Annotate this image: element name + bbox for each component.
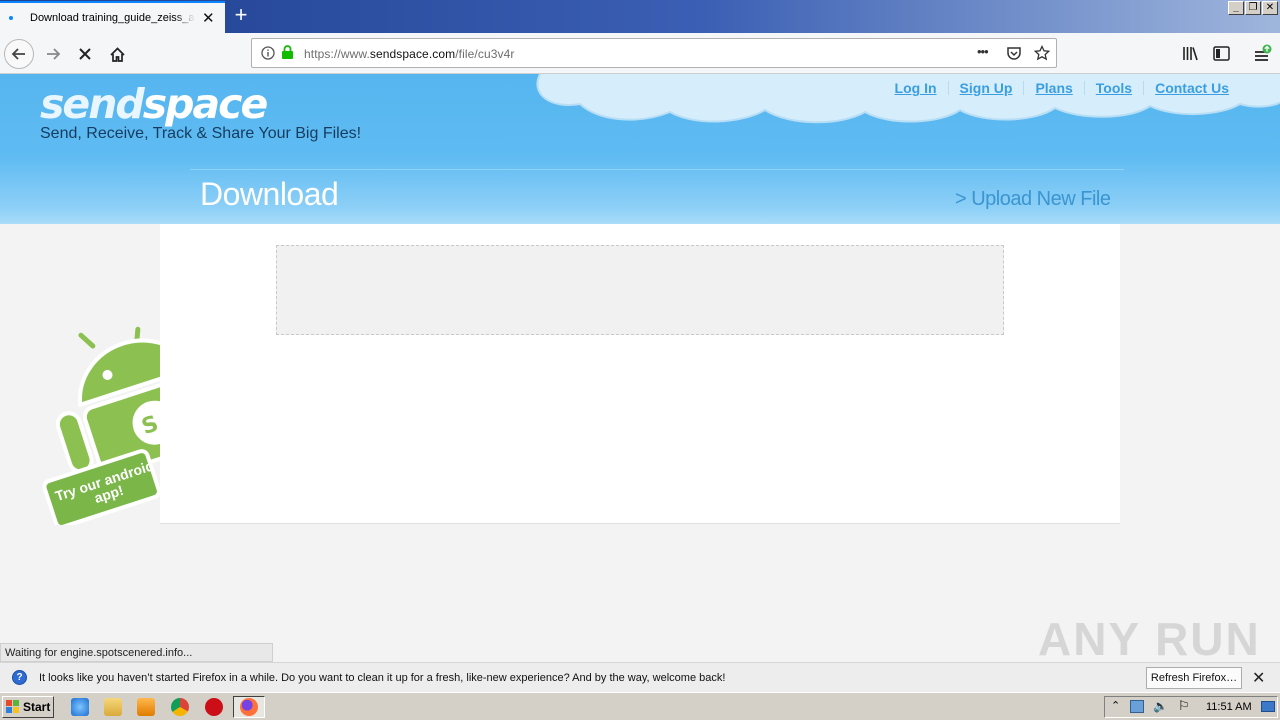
windows-taskbar: Start ⌃ 🔈 ⚐ 11:51 AM [0, 692, 1280, 720]
new-tab-button[interactable]: + [229, 4, 253, 28]
nav-separator [947, 81, 949, 95]
restore-button[interactable]: ❐ [1245, 1, 1261, 15]
header-divider [190, 169, 1124, 170]
tab-title: Download training_guide_zeiss_acc [30, 12, 195, 24]
volume-icon[interactable]: 🔈 [1153, 699, 1168, 713]
login-link[interactable]: Log In [895, 80, 937, 96]
nav-separator [1023, 81, 1025, 95]
page-title: Download [200, 176, 339, 212]
nav-separator [1143, 81, 1145, 95]
address-bar[interactable]: https://www.sendspace.com/file/cu3v4r ••… [251, 38, 1057, 68]
url-host: sendspace.com [369, 47, 456, 61]
show-desktop-icon[interactable] [1261, 701, 1275, 712]
contact-us-link[interactable]: Contact Us [1155, 80, 1229, 96]
ie-icon[interactable] [71, 698, 89, 716]
logo-part-space: space [142, 80, 269, 128]
info-icon[interactable] [261, 46, 275, 60]
firefox-taskbar-button[interactable] [233, 696, 265, 718]
back-arrow-icon [11, 48, 25, 60]
ad-placeholder [276, 245, 1004, 335]
page-actions-button[interactable]: ••• [977, 44, 989, 59]
signup-link[interactable]: Sign Up [960, 80, 1013, 96]
tab-close-button[interactable]: ✕ [202, 11, 215, 26]
firefox-icon [240, 698, 258, 716]
browser-tab[interactable]: Download training_guide_zeiss_acc ✕ [0, 1, 225, 33]
nav-separator [1083, 81, 1085, 95]
forward-button[interactable] [38, 39, 68, 69]
sidebar-icon[interactable] [1213, 46, 1230, 61]
home-button[interactable] [102, 39, 132, 69]
navigation-toolbar: https://www.sendspace.com/file/cu3v4r ••… [0, 33, 1280, 74]
browser-title-bar: Download training_guide_zeiss_acc ✕ + _ … [0, 0, 1280, 33]
notification-close-button[interactable]: ✕ [1252, 668, 1265, 688]
tools-link[interactable]: Tools [1096, 80, 1132, 96]
menu-icon[interactable] [1254, 44, 1274, 62]
url-path: /file/cu3v4r [455, 47, 515, 61]
sendspace-logo[interactable]: sendspace [40, 80, 269, 128]
minimize-button[interactable]: _ [1228, 1, 1244, 15]
pocket-icon[interactable] [1006, 45, 1022, 61]
upload-new-file-link[interactable]: > Upload New File [955, 188, 1111, 211]
url-text[interactable]: https://www.sendspace.com/file/cu3v4r [304, 47, 514, 61]
notification-bar: ? It looks like you haven’t started Fire… [0, 662, 1280, 692]
lock-icon[interactable] [281, 45, 294, 60]
tab-loading-indicator [9, 16, 13, 20]
folder-icon[interactable] [104, 698, 122, 716]
forward-arrow-icon [47, 48, 61, 60]
opera-icon[interactable] [205, 698, 223, 716]
back-button[interactable] [4, 39, 34, 69]
question-icon: ? [12, 670, 27, 685]
site-header: sendspace Send, Receive, Track & Share Y… [0, 74, 1280, 224]
status-bar: Waiting for engine.spotscenered.info... [0, 643, 273, 662]
tray-expand-icon[interactable]: ⌃ [1111, 699, 1120, 712]
refresh-firefox-button[interactable]: Refresh Firefox… [1146, 667, 1242, 689]
home-icon [109, 46, 125, 62]
notification-message: It looks like you haven’t started Firefo… [39, 672, 726, 684]
media-player-icon[interactable] [137, 698, 155, 716]
network-icon[interactable] [1130, 700, 1144, 713]
windows-logo-icon [6, 700, 19, 713]
library-icon[interactable] [1182, 46, 1199, 61]
chrome-icon[interactable] [171, 698, 189, 716]
close-window-button[interactable]: ✕ [1262, 1, 1278, 15]
top-navigation: Log In Sign Up Plans Tools Contact Us [895, 80, 1229, 96]
main-content [160, 224, 1120, 524]
stop-button[interactable] [70, 39, 100, 69]
plans-link[interactable]: Plans [1035, 80, 1072, 96]
system-tray: ⌃ 🔈 ⚐ [1104, 696, 1278, 718]
url-prefix: https://www. [304, 47, 370, 61]
logo-part-send: send [40, 80, 145, 128]
anyrun-watermark: ANY RUN [1038, 613, 1261, 665]
start-button[interactable]: Start [2, 696, 54, 718]
taskbar-clock: 11:51 AM [1206, 701, 1252, 713]
flag-icon[interactable]: ⚐ [1178, 698, 1190, 714]
start-label: Start [23, 700, 51, 714]
site-tagline: Send, Receive, Track & Share Your Big Fi… [40, 125, 362, 142]
bookmark-star-icon[interactable] [1034, 45, 1050, 61]
stop-icon [79, 48, 91, 60]
